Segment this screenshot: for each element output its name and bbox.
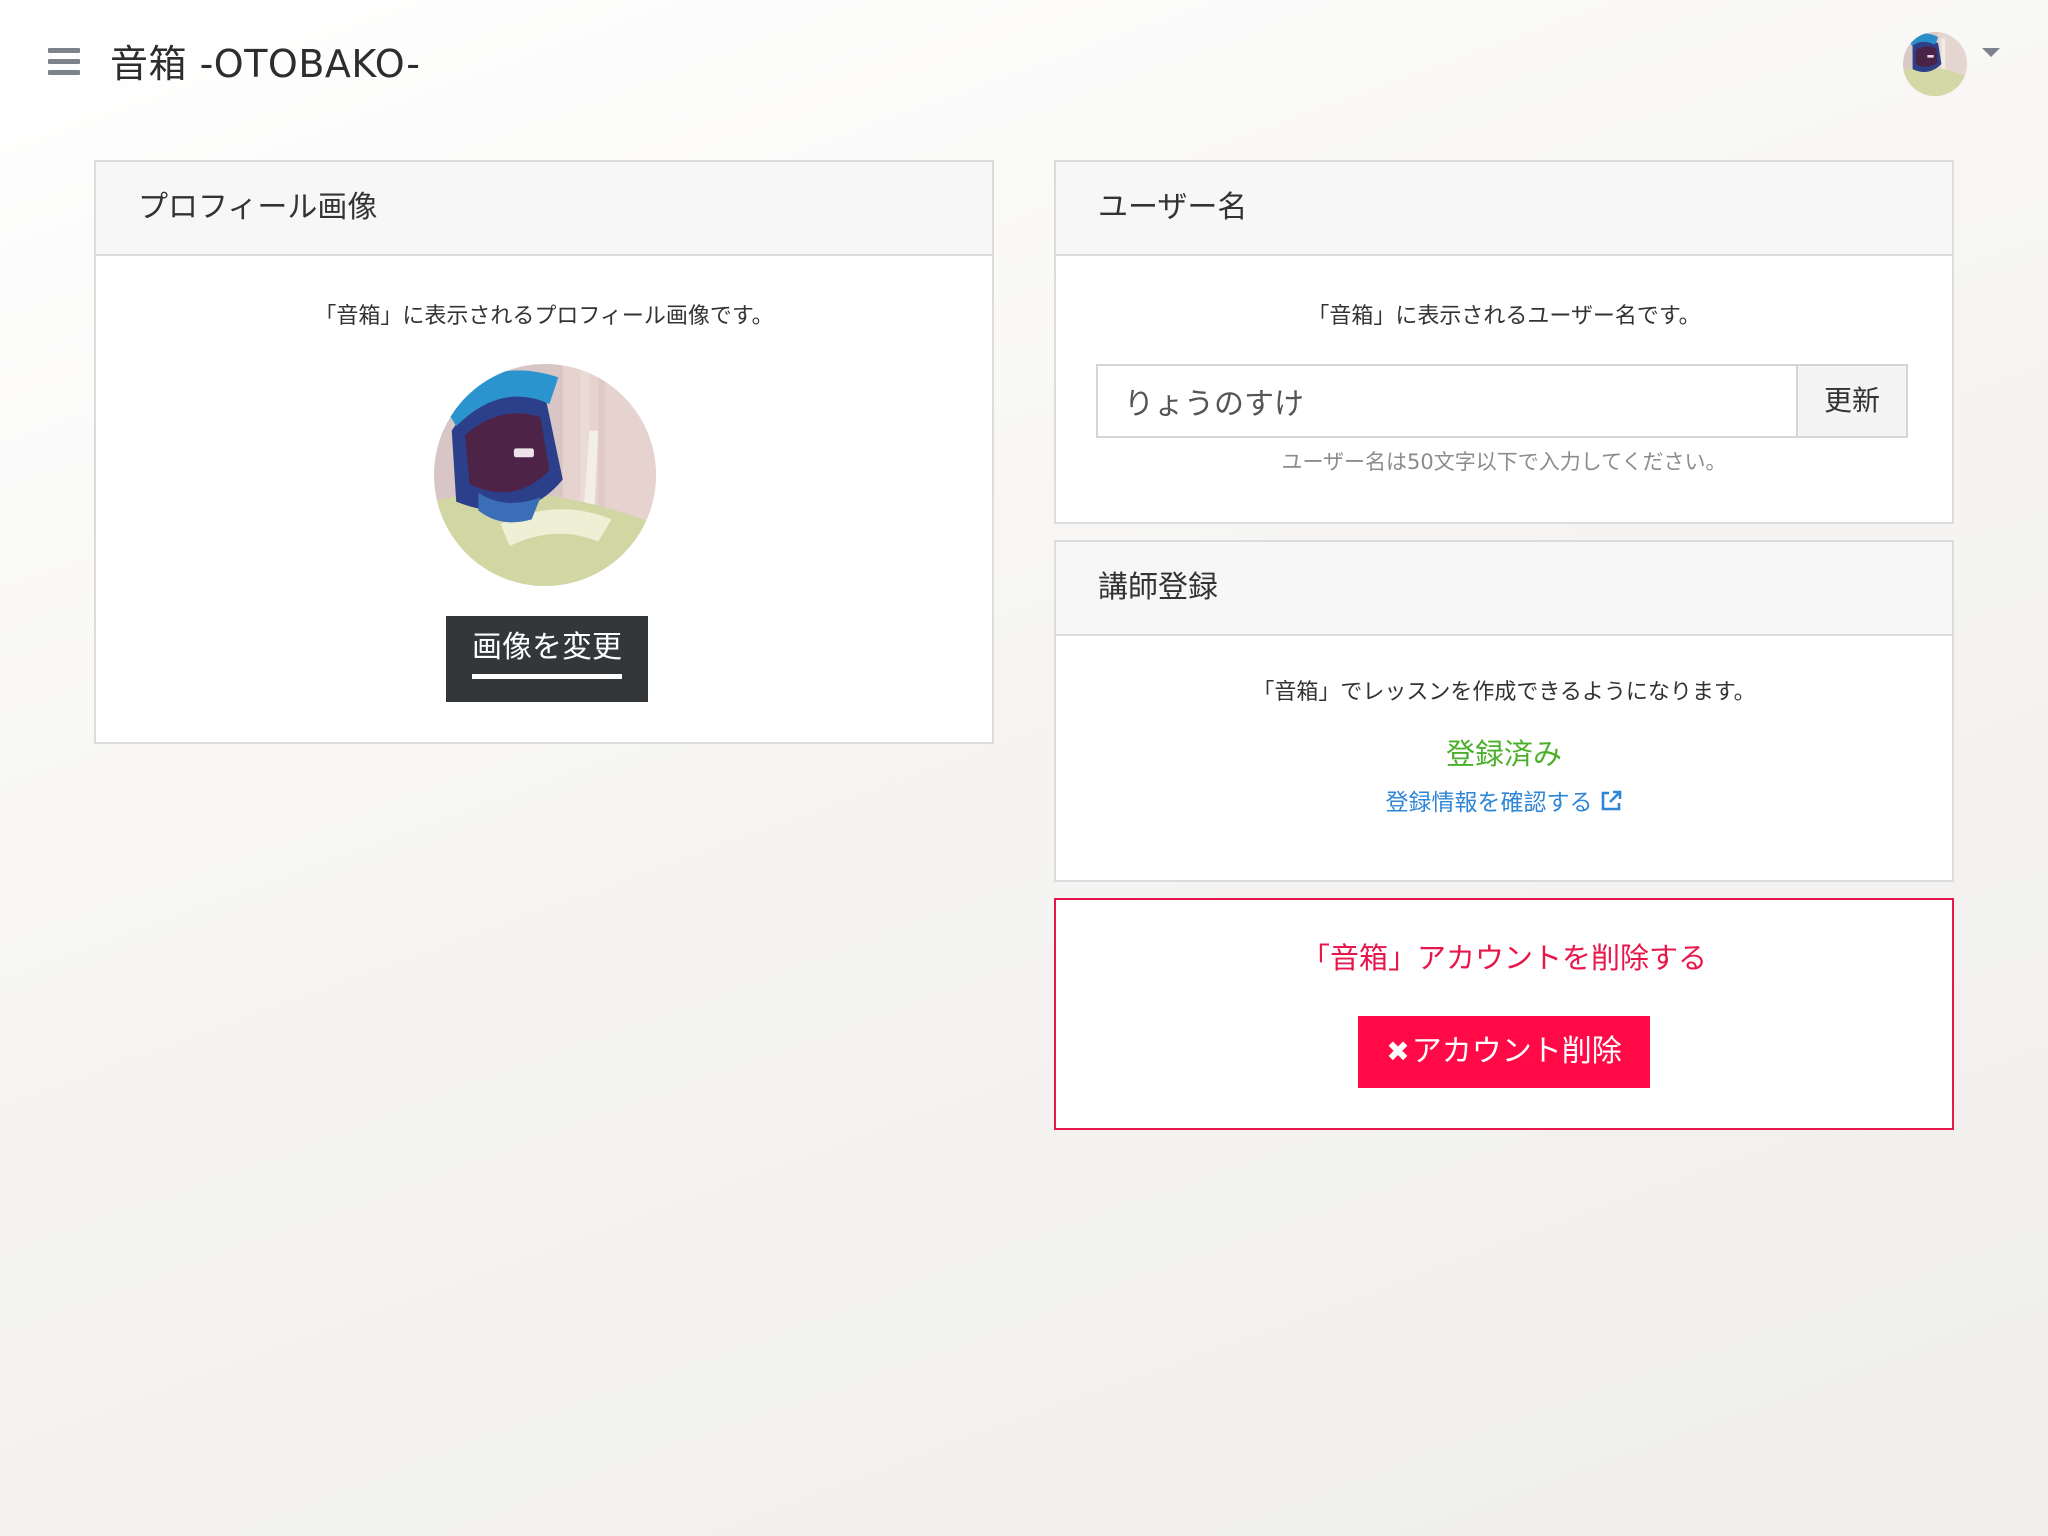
teacher-registration-card: 講師登録 「音箱」でレッスンを作成できるようになります。 登録済み 登録情報を確… bbox=[1054, 540, 1954, 882]
close-icon: ✖ bbox=[1386, 1035, 1410, 1068]
delete-account-button-label: アカウント削除 bbox=[1411, 1034, 1622, 1069]
delete-account-card: 「音箱」アカウントを削除する ✖アカウント削除 bbox=[1054, 898, 1954, 1130]
chevron-down-icon[interactable] bbox=[1982, 48, 2000, 57]
username-heading: ユーザー名 bbox=[1056, 162, 1952, 256]
registration-status: 登録済み bbox=[1445, 737, 1562, 771]
external-link-icon bbox=[1601, 790, 1621, 811]
app-title: 音箱 -OTOBAKO- bbox=[110, 42, 421, 86]
delete-account-title: 「音箱」アカウントを削除する bbox=[1300, 941, 1707, 975]
confirm-registration-link[interactable]: 登録情報を確認する bbox=[1056, 786, 1952, 820]
profile-image-card: プロフィール画像 「音箱」に表示されるプロフィール画像です。 画像を変更 bbox=[94, 160, 994, 744]
username-description: 「音箱」に表示されるユーザー名です。 bbox=[1307, 304, 1701, 329]
avatar-image bbox=[1903, 32, 1967, 96]
teacher-registration-description: 「音箱」でレッスンを作成できるようになります。 bbox=[1252, 680, 1756, 705]
change-image-button[interactable]: 画像を変更 bbox=[446, 616, 648, 702]
username-hint: ユーザー名は50文字以下で入力してください。 bbox=[1281, 450, 1727, 474]
confirm-registration-link-label: 登録情報を確認する bbox=[1385, 790, 1593, 816]
profile-image-heading: プロフィール画像 bbox=[96, 162, 992, 256]
avatar-image bbox=[434, 364, 656, 586]
username-card: ユーザー名 「音箱」に表示されるユーザー名です。 更新 ユーザー名は50文字以下… bbox=[1054, 160, 1954, 524]
update-button[interactable]: 更新 bbox=[1796, 364, 1908, 438]
delete-account-button[interactable]: ✖アカウント削除 bbox=[1358, 1016, 1650, 1088]
teacher-registration-heading: 講師登録 bbox=[1056, 542, 1952, 636]
change-image-button-label: 画像を変更 bbox=[472, 630, 622, 679]
user-avatar[interactable] bbox=[1903, 32, 1967, 96]
profile-avatar bbox=[434, 364, 656, 586]
username-input[interactable] bbox=[1096, 364, 1798, 438]
menu-icon[interactable] bbox=[44, 44, 84, 80]
profile-image-description: 「音箱」に表示されるプロフィール画像です。 bbox=[314, 304, 774, 329]
